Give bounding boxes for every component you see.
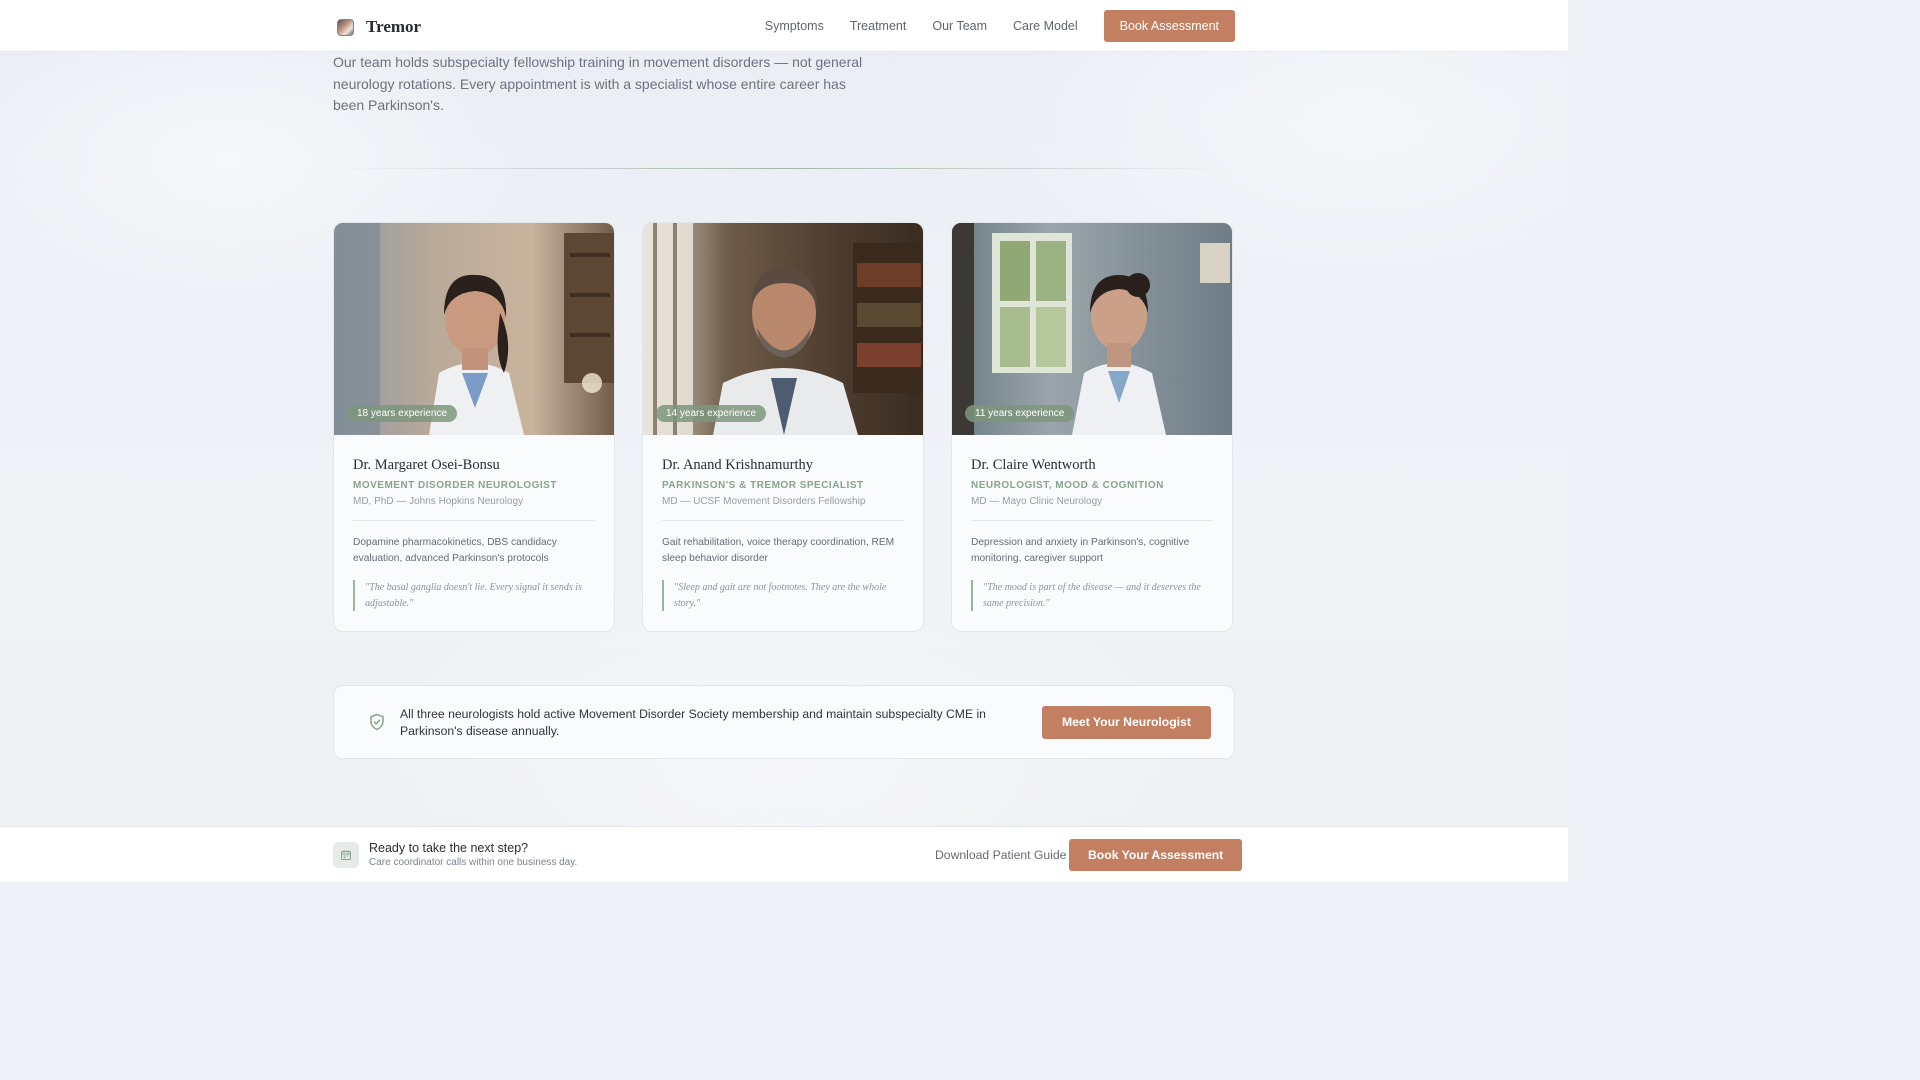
doctor-photo: 14 years experience [643, 223, 923, 435]
book-assessment-button[interactable]: Book Assessment [1103, 10, 1235, 42]
site-header: Tremor Symptoms Treatment Our Team Care … [0, 0, 1568, 52]
section-divider [333, 168, 1235, 169]
nav-link-treatment[interactable]: Treatment [850, 10, 907, 42]
card-divider [971, 520, 1213, 521]
doctor-credentials: MD — Mayo Clinic Neurology [971, 496, 1103, 507]
doctor-name: Dr. Anand Krishnamurthy [662, 457, 814, 473]
download-patient-guide-link[interactable]: Download Patient Guide [935, 848, 1066, 862]
nav-link-our-team[interactable]: Our Team [932, 10, 987, 42]
logo-mark-icon [337, 18, 354, 36]
experience-badge: 18 years experience [347, 405, 458, 422]
team-intro-text: Our team holds subspecialty fellowship t… [333, 54, 863, 113]
card-divider [353, 520, 595, 521]
calendar-icon [333, 842, 359, 868]
doctor-credentials: MD, PhD — Johns Hopkins Neurology [353, 496, 524, 507]
doctor-credentials: MD — UCSF Movement Disorders Fellowship [662, 496, 866, 507]
doctor-focus: Gait rehabilitation, voice therapy coord… [662, 537, 895, 564]
doctor-quote: "The mood is part of the disease — and i… [971, 580, 1213, 611]
nav-link-care-model[interactable]: Care Model [1013, 10, 1078, 42]
doctor-photo: 11 years experience [952, 223, 1232, 435]
doctor-focus: Depression and anxiety in Parkinson's, c… [971, 537, 1190, 564]
doctor-title: MOVEMENT DISORDER NEUROLOGIST [353, 480, 557, 491]
sticky-cta-bar: Ready to take the next step? Care coordi… [0, 826, 1568, 882]
membership-text: All three neurologists hold active Movem… [400, 707, 986, 738]
doctor-cards: 18 years experience Dr. Margaret Osei-Bo… [333, 222, 1233, 632]
doctor-card[interactable]: 18 years experience Dr. Margaret Osei-Bo… [333, 222, 615, 632]
doctor-card[interactable]: 11 years experience Dr. Claire Wentworth… [951, 222, 1233, 632]
doctor-quote: "The basal ganglia doesn't lie. Every si… [353, 580, 595, 611]
doctor-photo: 18 years experience [334, 223, 614, 435]
doctor-card[interactable]: 14 years experience Dr. Anand Krishnamur… [642, 222, 924, 632]
brand-logo[interactable]: Tremor [337, 17, 421, 37]
doctor-name: Dr. Claire Wentworth [971, 457, 1096, 473]
sticky-title: Ready to take the next step? [369, 841, 529, 855]
brand-name: Tremor [366, 17, 422, 36]
card-divider [662, 520, 904, 521]
doctor-quote: "Sleep and gait are not footnotes. They … [662, 580, 904, 611]
meet-your-neurologist-button[interactable]: Meet Your Neurologist [1042, 706, 1211, 739]
book-your-assessment-button[interactable]: Book Your Assessment [1069, 839, 1243, 871]
doctor-title: PARKINSON'S & TREMOR SPECIALIST [662, 480, 864, 491]
doctor-title: NEUROLOGIST, MOOD & COGNITION [971, 480, 1164, 491]
experience-badge: 14 years experience [656, 405, 767, 422]
main-nav: Symptoms Treatment Our Team Care Model B… [765, 10, 1235, 42]
doctor-name: Dr. Margaret Osei-Bonsu [353, 457, 500, 473]
membership-banner: All three neurologists hold active Movem… [333, 685, 1235, 759]
sticky-subtitle: Care coordinator calls within one busine… [369, 857, 578, 868]
doctor-focus: Dopamine pharmacokinetics, DBS candidacy… [353, 537, 557, 564]
shield-check-icon [368, 713, 386, 736]
nav-link-symptoms[interactable]: Symptoms [765, 10, 824, 42]
experience-badge: 11 years experience [965, 405, 1075, 422]
